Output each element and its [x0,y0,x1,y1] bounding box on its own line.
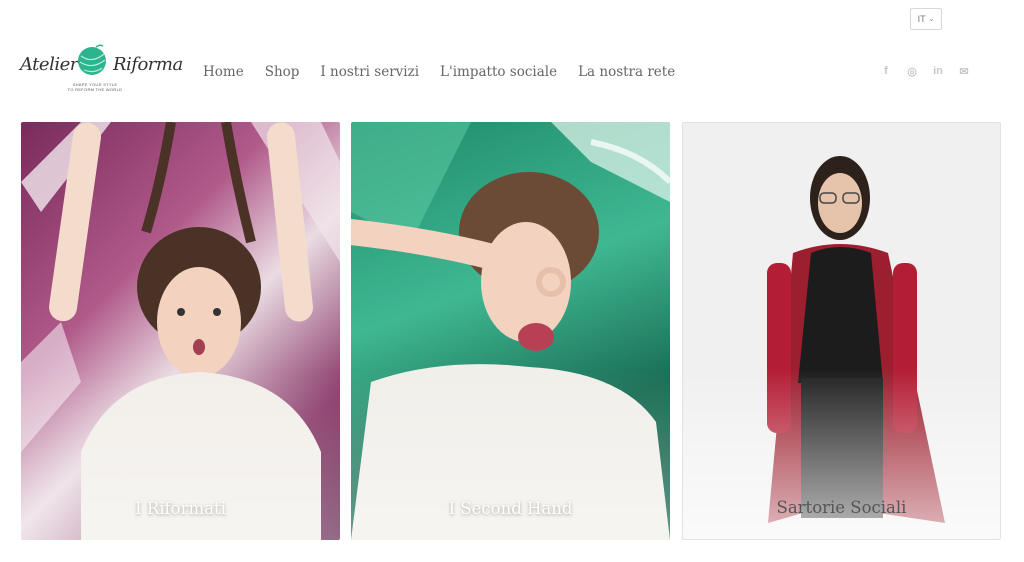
nav-item-impatto-sociale[interactable]: L'impatto sociale [440,64,557,80]
nav-item-servizi[interactable]: I nostri servizi [320,64,419,80]
main-nav: Home Shop I nostri servizi L'impatto soc… [203,64,696,80]
card-label: I Riformati [135,499,226,518]
facebook-icon[interactable]: f [880,64,892,78]
nav-item-rete[interactable]: La nostra rete [578,64,675,80]
chevron-down-icon: ⌄ [928,16,935,23]
social-links: f ◎ in ✉ [880,64,970,78]
email-icon[interactable]: ✉ [958,64,970,78]
card-label: Sartorie Sociali [776,498,907,517]
nav-item-shop[interactable]: Shop [265,64,300,80]
logo-text-right: Riforma [113,54,183,75]
logo-tagline: SHAPE YOUR STYLE TO REFORM THE WORLD [60,82,130,92]
instagram-icon[interactable]: ◎ [906,64,918,78]
card-label: I Second Hand [448,499,573,518]
nav-item-home[interactable]: Home [203,64,244,80]
language-value: IT [917,14,926,24]
linkedin-icon[interactable]: in [932,64,944,78]
logo-text-left: Atelier [20,54,78,75]
category-card-second-hand[interactable]: I Second Hand [351,122,670,540]
category-card-riformati[interactable]: I Riformati [21,122,340,540]
site-logo[interactable]: Atelier Riforma SHAPE YOUR STYLE TO REFO… [20,42,183,96]
logo-tagline-line-2: TO REFORM THE WORLD [67,87,123,92]
language-select[interactable]: IT ⌄ [910,8,942,30]
yarn-ball-icon [78,44,106,75]
category-card-sartorie-sociali[interactable]: Sartorie Sociali [682,122,1001,540]
